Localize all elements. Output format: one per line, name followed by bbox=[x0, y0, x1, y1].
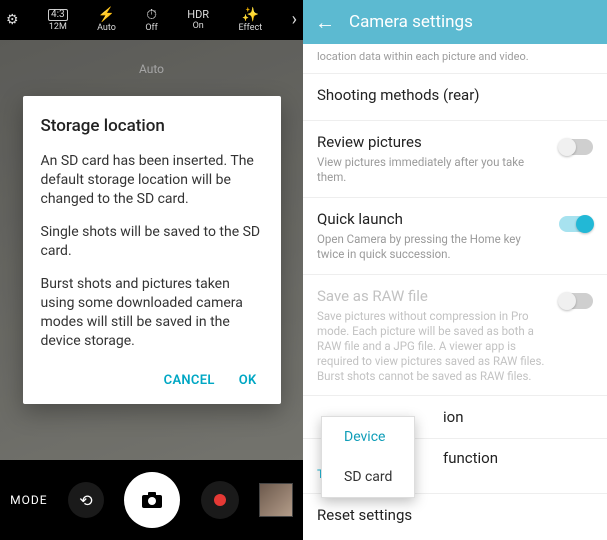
shutter-button[interactable] bbox=[124, 472, 180, 528]
mode-button[interactable]: MODE bbox=[10, 493, 47, 507]
record-button[interactable] bbox=[201, 481, 239, 519]
dialog-paragraph-3: Burst shots and pictures taken using som… bbox=[41, 275, 263, 351]
item-subtitle: Save pictures without compression in Pro… bbox=[317, 309, 549, 384]
shooting-methods-item[interactable]: Shooting methods (rear) bbox=[303, 74, 607, 120]
camera-screen: ⚙ 4:312M ⚡Auto ⏱Off HDROn ✨Effect › Auto… bbox=[0, 0, 303, 540]
storage-location-popup: Device SD card bbox=[321, 416, 415, 498]
timer-icon[interactable]: ⏱Off bbox=[145, 8, 157, 33]
item-title: Save as RAW file bbox=[317, 287, 549, 305]
location-hint-tail: location data within each picture and vi… bbox=[303, 44, 607, 73]
item-title: Shooting methods (rear) bbox=[317, 86, 593, 104]
dialog-backdrop: Storage location An SD card has been ins… bbox=[0, 40, 303, 460]
ok-button[interactable]: OK bbox=[239, 373, 257, 388]
review-pictures-item[interactable]: Review pictures View pictures immediatel… bbox=[303, 121, 607, 197]
save-raw-item: Save as RAW file Save pictures without c… bbox=[303, 275, 607, 396]
switch-camera-icon[interactable]: ⟲ bbox=[68, 482, 104, 518]
camera-bottombar: MODE ⟲ bbox=[0, 460, 303, 540]
hdr-icon[interactable]: HDROn bbox=[187, 9, 209, 31]
save-raw-toggle bbox=[559, 293, 593, 309]
popup-option-device[interactable]: Device bbox=[322, 417, 414, 457]
dialog-actions: CANCEL OK bbox=[41, 365, 263, 396]
dialog-paragraph-1: An SD card has been inserted. The defaul… bbox=[41, 152, 263, 209]
item-subtitle: Open Camera by pressing the Home key twi… bbox=[317, 232, 549, 262]
back-arrow-icon[interactable]: ← bbox=[315, 10, 335, 35]
reset-settings-item[interactable]: Reset settings bbox=[303, 494, 607, 536]
item-title: Review pictures bbox=[317, 133, 549, 151]
review-pictures-toggle[interactable] bbox=[559, 139, 593, 155]
camera-settings-screen: ← Camera settings location data within e… bbox=[303, 0, 607, 540]
appbar: ← Camera settings bbox=[303, 0, 607, 44]
effect-icon[interactable]: ✨Effect bbox=[239, 8, 263, 33]
gallery-thumbnail[interactable] bbox=[259, 483, 293, 517]
ratio-icon[interactable]: 4:312M bbox=[48, 9, 68, 32]
flash-icon[interactable]: ⚡Auto bbox=[97, 8, 116, 33]
storage-location-item-partial[interactable]: ion bbox=[443, 408, 464, 426]
cancel-button[interactable]: CANCEL bbox=[164, 373, 215, 388]
item-title: Quick launch bbox=[317, 210, 549, 228]
quick-launch-item[interactable]: Quick launch Open Camera by pressing the… bbox=[303, 198, 607, 274]
camera-topbar: ⚙ 4:312M ⚡Auto ⏱Off HDROn ✨Effect › bbox=[0, 0, 303, 40]
quick-launch-toggle[interactable] bbox=[559, 216, 593, 232]
popup-option-sdcard[interactable]: SD card bbox=[322, 457, 414, 497]
dialog-title: Storage location bbox=[41, 116, 263, 136]
settings-icon[interactable]: ⚙ bbox=[6, 13, 19, 27]
storage-location-dialog: Storage location An SD card has been ins… bbox=[23, 96, 281, 403]
dialog-paragraph-2: Single shots will be saved to the SD car… bbox=[41, 223, 263, 261]
item-subtitle: View pictures immediately after you take… bbox=[317, 155, 549, 185]
page-title: Camera settings bbox=[349, 12, 473, 32]
more-arrow-icon[interactable]: › bbox=[292, 11, 297, 29]
volume-key-item-partial[interactable]: function bbox=[443, 449, 498, 467]
